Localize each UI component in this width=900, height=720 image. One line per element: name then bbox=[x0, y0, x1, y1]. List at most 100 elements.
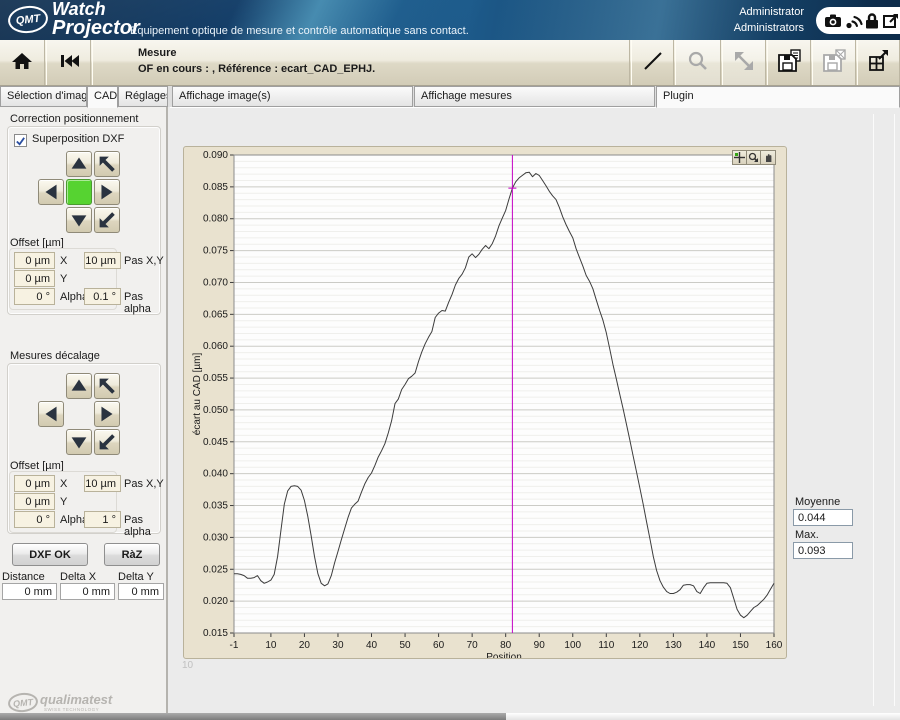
rewind-icon bbox=[56, 49, 82, 76]
offset-y-label: Y bbox=[60, 273, 67, 285]
pan-tool-button[interactable] bbox=[761, 151, 775, 164]
tab-affichage-mesures[interactable]: Affichage mesures bbox=[414, 86, 655, 107]
user-group: Administrators bbox=[734, 20, 804, 36]
measure-header[interactable]: Mesure OF en cours : , Référence : ecart… bbox=[92, 40, 630, 85]
y-tick-label: 0.020 bbox=[203, 596, 228, 607]
brand-badge: QMT bbox=[7, 691, 39, 713]
y-tick-label: 0.055 bbox=[203, 373, 228, 384]
measure-up-left-button[interactable] bbox=[94, 373, 120, 399]
plugin-panel: 0.0150.0200.0250.0300.0350.0400.0450.050… bbox=[170, 107, 900, 720]
measure-offset-alpha-field[interactable]: 0 ° bbox=[14, 511, 55, 528]
pas-xy-label: Pas X,Y bbox=[124, 255, 164, 267]
tab-selection-image[interactable]: Sélection d'image bbox=[0, 86, 87, 107]
pas-xy-field[interactable]: 10 µm bbox=[84, 252, 121, 269]
measure-offset-x-field[interactable]: 0 µm bbox=[14, 475, 55, 492]
move-down-button[interactable] bbox=[66, 207, 92, 233]
measure-right-button[interactable] bbox=[94, 401, 120, 427]
measure-offset-x-label: X bbox=[60, 478, 67, 490]
tab-affichage-images[interactable]: Affichage image(s) bbox=[172, 86, 413, 107]
x-tick-label: 130 bbox=[665, 640, 682, 651]
x-tick-label: 140 bbox=[699, 640, 716, 651]
position-center-indicator[interactable] bbox=[66, 179, 92, 205]
x-tick-label: 80 bbox=[500, 640, 512, 651]
magnifier-icon bbox=[685, 48, 711, 77]
measure-up-button[interactable] bbox=[66, 373, 92, 399]
zoom-button[interactable] bbox=[675, 40, 721, 85]
save-image-button[interactable] bbox=[812, 40, 856, 85]
x-tick-label: 50 bbox=[399, 640, 411, 651]
superposition-checkbox[interactable] bbox=[14, 134, 27, 147]
home-button[interactable] bbox=[0, 40, 45, 85]
x-tick-label: 30 bbox=[332, 640, 344, 651]
brand-name: qualimatest bbox=[40, 692, 112, 707]
y-tick-label: 0.035 bbox=[203, 501, 228, 512]
dxf-ok-button[interactable]: DXF OK bbox=[12, 543, 88, 566]
move-up-left-button[interactable] bbox=[94, 151, 120, 177]
tab-bar: Sélection d'image CAD Réglages Affichage… bbox=[0, 86, 900, 107]
move-right-button[interactable] bbox=[94, 179, 120, 205]
graph-palette bbox=[732, 150, 776, 165]
rewind-button[interactable] bbox=[46, 40, 91, 85]
y-tick-label: 0.015 bbox=[203, 628, 228, 639]
delta-y-label: Delta Y bbox=[118, 571, 154, 583]
brand-logo: QMT qualimatest SWISS TECHNOLOGY bbox=[8, 692, 112, 712]
user-name: Administrator bbox=[734, 4, 804, 20]
tab-plugin[interactable]: Plugin bbox=[656, 86, 900, 108]
measure-pas-alpha-field[interactable]: 1 ° bbox=[84, 511, 121, 528]
y-tick-label: 0.045 bbox=[203, 437, 228, 448]
resize-arrows-icon bbox=[731, 48, 757, 77]
move-up-button[interactable] bbox=[66, 151, 92, 177]
delta-y-field[interactable]: 0 mm bbox=[118, 583, 164, 600]
delta-x-field[interactable]: 0 mm bbox=[60, 583, 115, 600]
max-field[interactable]: 0.093 bbox=[793, 542, 853, 559]
offset-x-field[interactable]: 0 µm bbox=[14, 252, 55, 269]
x-tick-label: 150 bbox=[732, 640, 749, 651]
x-tick-label: -1 bbox=[230, 640, 239, 651]
x-tick-label: 20 bbox=[299, 640, 311, 651]
tab-cad[interactable]: CAD bbox=[87, 86, 118, 108]
page-indicator: 10 bbox=[182, 660, 193, 671]
y-tick-label: 0.070 bbox=[203, 277, 228, 288]
measure-offset-y-label: Y bbox=[60, 496, 67, 508]
line-tool-button[interactable] bbox=[631, 40, 674, 85]
tab-reglages[interactable]: Réglages bbox=[118, 86, 168, 107]
window-resize-icon[interactable] bbox=[881, 11, 900, 31]
chart-svg-mount: 0.0150.0200.0250.0300.0350.0400.0450.050… bbox=[184, 147, 786, 661]
cursor-tool-button[interactable] bbox=[733, 151, 747, 164]
moyenne-field[interactable]: 0.044 bbox=[793, 509, 853, 526]
save-report-icon bbox=[775, 47, 803, 78]
logo-line2: Projector bbox=[52, 19, 140, 37]
pas-alpha-field[interactable]: 0.1 ° bbox=[84, 288, 121, 305]
layout-button[interactable] bbox=[857, 40, 900, 85]
taskbar-fragment bbox=[0, 713, 506, 720]
delta-x-label: Delta X bbox=[60, 571, 96, 583]
x-tick-label: 110 bbox=[598, 640, 614, 651]
measure-offset-y-field[interactable]: 0 µm bbox=[14, 493, 55, 510]
main-toolbar: Mesure OF en cours : , Référence : ecart… bbox=[0, 40, 900, 86]
measure-pas-xy-label: Pas X,Y bbox=[124, 478, 164, 490]
x-tick-label: 90 bbox=[534, 640, 546, 651]
measure-pas-xy-field[interactable]: 10 µm bbox=[84, 475, 121, 492]
move-left-button[interactable] bbox=[38, 179, 64, 205]
y-tick-label: 0.030 bbox=[203, 532, 228, 543]
measure-pas-alpha-label: Pas alpha bbox=[124, 514, 166, 538]
signal-icon[interactable] bbox=[843, 11, 863, 31]
measure-subtitle: OF en cours : , Référence : ecart_CAD_EP… bbox=[138, 63, 629, 75]
x-tick-label: 40 bbox=[366, 640, 378, 651]
measure-down-button[interactable] bbox=[66, 429, 92, 455]
lock-icon[interactable] bbox=[863, 11, 881, 31]
distance-field[interactable]: 0 mm bbox=[2, 583, 57, 600]
zoom-tool-button[interactable] bbox=[747, 151, 761, 164]
measure-down-left-button[interactable] bbox=[94, 429, 120, 455]
x-axis-title: Position bbox=[486, 652, 522, 658]
app-window: QMT Watch Projector Equipement optique d… bbox=[0, 0, 900, 720]
offset-alpha-field[interactable]: 0 ° bbox=[14, 288, 55, 305]
raz-button[interactable]: RàZ bbox=[104, 543, 160, 566]
save-report-button[interactable] bbox=[767, 40, 811, 85]
resize-button[interactable] bbox=[722, 40, 766, 85]
camera-icon[interactable] bbox=[823, 11, 843, 31]
offset-y-field[interactable]: 0 µm bbox=[14, 270, 55, 287]
measure-left-button[interactable] bbox=[38, 401, 64, 427]
x-tick-label: 100 bbox=[564, 640, 581, 651]
move-down-left-button[interactable] bbox=[94, 207, 120, 233]
